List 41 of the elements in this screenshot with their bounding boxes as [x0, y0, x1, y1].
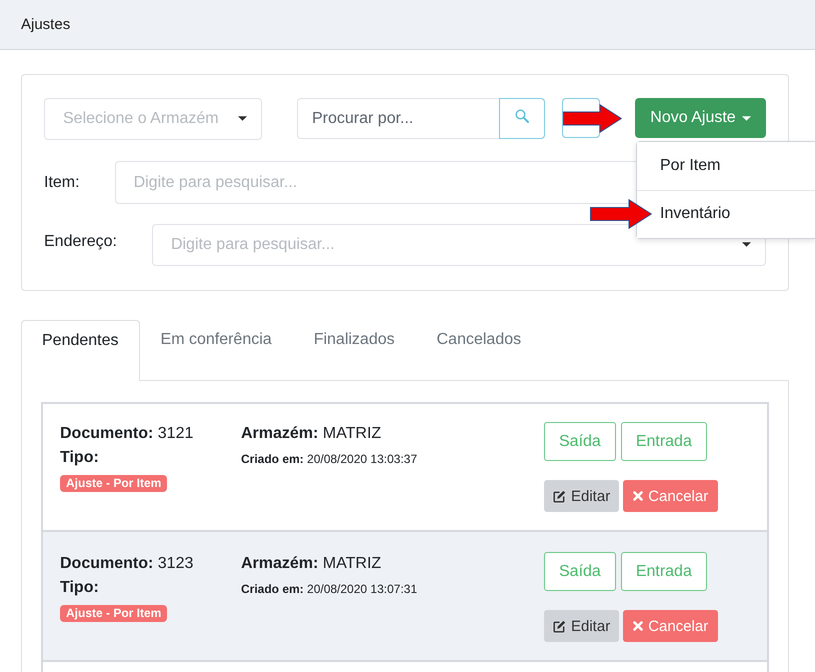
field-label: Item:	[44, 174, 80, 192]
search-field[interactable]: Procurar por...	[297, 98, 499, 139]
caret-icon	[742, 242, 751, 247]
document-number: Documento: 3123	[60, 554, 194, 574]
close-icon	[633, 621, 644, 631]
search-icon	[515, 108, 529, 122]
type-label: Tipo:	[60, 578, 99, 598]
document-number: Documento: 3121	[60, 424, 194, 444]
new-adjustment-button[interactable]: Novo Ajuste	[635, 98, 766, 138]
page-title: Ajustes	[21, 16, 70, 33]
edit-button[interactable]: Editar	[544, 480, 620, 512]
type-badge: Ajuste - Por Item	[60, 605, 168, 622]
type-label: Tipo:	[60, 448, 99, 468]
annotation-arrow-icon	[563, 104, 622, 133]
tab[interactable]: Finalizados	[292, 320, 416, 380]
cancel-button[interactable]: Cancelar	[623, 610, 718, 642]
outline-button[interactable]: Saída	[544, 422, 616, 461]
outline-button[interactable]: Saída	[544, 552, 616, 591]
type-badge: Ajuste - Por Item	[60, 475, 168, 492]
cancel-button[interactable]: Cancelar	[623, 480, 718, 512]
outline-button[interactable]: Entrada	[620, 422, 707, 461]
warehouse-text: Armazém: MATRIZ	[241, 554, 382, 574]
menu-item[interactable]: Por Item	[637, 142, 815, 190]
outline-button[interactable]: Entrada	[620, 552, 707, 591]
created-date: Criado em: 20/08/2020 13:07:31	[241, 581, 418, 598]
edit-icon	[553, 490, 566, 502]
address-select[interactable]: Digite para pesquisar...	[152, 224, 766, 266]
tab[interactable]: Cancelados	[416, 320, 542, 380]
close-icon	[633, 491, 644, 501]
annotation-arrow-icon	[590, 199, 652, 229]
field-label: Endereço:	[44, 232, 117, 250]
warehouse-select[interactable]: Selecione o Armazém	[44, 98, 262, 140]
edit-button[interactable]: Editar	[544, 610, 620, 642]
edit-icon	[553, 620, 566, 632]
tab[interactable]: Pendentes	[21, 320, 140, 381]
tab[interactable]: Em conferência	[140, 320, 293, 380]
menu-item[interactable]: Inventário	[637, 190, 815, 238]
caret-icon	[238, 116, 247, 121]
warehouse-text: Armazém: MATRIZ	[241, 424, 382, 444]
created-date: Criado em: 20/08/2020 13:03:37	[241, 451, 418, 468]
caret-icon	[742, 116, 751, 120]
